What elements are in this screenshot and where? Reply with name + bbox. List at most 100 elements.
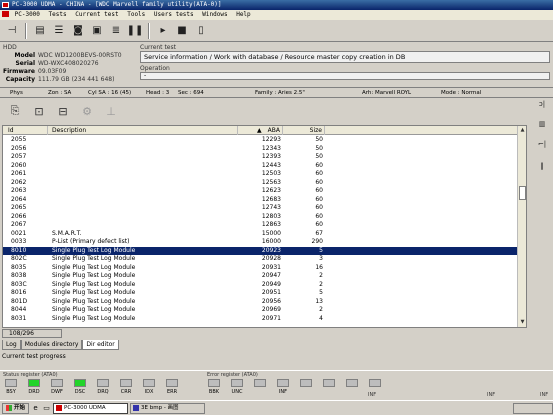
scroll-thumb[interactable] — [519, 186, 526, 200]
cell-id: 8031 — [11, 314, 27, 322]
settings-icon[interactable]: ⚙ — [78, 102, 96, 120]
menu-help[interactable]: Help — [236, 11, 250, 18]
tab-dir-editor[interactable]: Dir editor — [82, 340, 119, 350]
module-toolbar: ⎘ ⊡ ⊟ ⚙ ⊥ — [0, 98, 530, 124]
led-indicator — [346, 379, 358, 387]
status-led-dwf: DWF — [48, 379, 66, 395]
table-row[interactable]: 2057 12393 50 — [3, 153, 518, 161]
cell-size: 5 — [319, 246, 323, 254]
table-row[interactable]: 2065 12743 60 — [3, 204, 518, 212]
cell-size: 60 — [315, 212, 323, 220]
hdd-model-value: WDC WD1200BEVS-00RST0 — [38, 52, 122, 59]
cell-aba: 20949 — [261, 280, 281, 288]
pause-icon[interactable]: ❚❚ — [127, 22, 144, 40]
table-row[interactable]: 2055 12293 50 — [3, 136, 518, 144]
hdd-group-label: HDD — [3, 44, 17, 51]
chip-icon[interactable]: ▣ — [89, 22, 105, 40]
table-row[interactable]: 0021 S.M.A.R.T. 15000 67 — [3, 230, 518, 238]
scroll-down-icon[interactable]: ▼ — [518, 318, 526, 327]
table-row[interactable]: 8016 Single Plug Test Log Module 20951 5 — [3, 289, 518, 297]
operation-label: Operation — [140, 65, 170, 72]
error-led-7 — [366, 379, 384, 389]
pause-icon[interactable]: ‖ — [533, 162, 551, 170]
toolbar-separator — [25, 22, 27, 39]
cell-size: 4 — [319, 314, 323, 322]
back-icon[interactable]: ⊣ — [4, 22, 20, 40]
cell-id: 2055 — [11, 136, 27, 143]
task-pc3000[interactable]: PC-3000 UDMA — [53, 402, 129, 414]
family-label: Family : Aries 2.5" — [255, 90, 305, 96]
cell-id: 801D — [11, 297, 28, 305]
table-row[interactable]: 8035 Single Plug Test Log Module 20931 16 — [3, 264, 518, 272]
scroll-up-icon[interactable]: ▲ — [518, 126, 526, 135]
key-icon[interactable]: ▥ — [533, 120, 551, 128]
right-tool-panel: ↄ| ▥ ⌐| ‖ — [530, 98, 553, 188]
desktop-icon[interactable]: ▭ — [42, 404, 51, 413]
table-row[interactable]: 8010 Single Plug Test Log Module 20923 5 — [3, 246, 518, 255]
cell-aba: 12863 — [261, 221, 281, 228]
menu-users-tests[interactable]: Users tests — [154, 11, 194, 18]
next-icon[interactable]: ▯ — [193, 22, 209, 40]
start-button[interactable]: 开始 — [2, 402, 30, 414]
arh-label: Arh: Marvell ROYL — [362, 90, 412, 96]
table-row[interactable]: 8038 Single Plug Test Log Module 20947 2 — [3, 272, 518, 280]
table-row[interactable]: 2060 12443 60 — [3, 162, 518, 170]
table-row[interactable]: 2063 12623 60 — [3, 187, 518, 195]
tab-modules-directory[interactable]: Modules directory — [20, 340, 83, 350]
column-size[interactable]: Size — [283, 126, 325, 135]
read-module-icon[interactable]: ⎘ — [6, 102, 24, 120]
save-module-icon[interactable]: ⊟ — [54, 102, 72, 120]
power-icon[interactable]: ↄ| — [533, 100, 551, 108]
led-indicator — [254, 379, 266, 387]
column-description[interactable]: Description — [48, 126, 238, 135]
cell-aba: 15000 — [261, 229, 281, 237]
table-row[interactable]: 801D Single Plug Test Log Module 20956 13 — [3, 298, 518, 306]
windows-logo-icon — [6, 405, 12, 411]
current-test-value: Service information / Work with database… — [140, 51, 550, 63]
play-icon[interactable]: ▸ — [155, 22, 171, 40]
led-label: DSC — [74, 389, 86, 395]
app-menu-icon[interactable] — [2, 11, 9, 17]
table-row[interactable]: 2062 12563 60 — [3, 179, 518, 187]
cell-size: 5 — [319, 289, 323, 296]
table-row[interactable]: 2056 12343 50 — [3, 145, 518, 153]
cell-size: 2 — [319, 306, 323, 313]
table-row[interactable]: 802C Single Plug Test Log Module 20928 3 — [3, 255, 518, 263]
ie-icon[interactable]: e — [31, 404, 40, 413]
menu-current-test[interactable]: Current test — [75, 11, 118, 18]
cell-size: 3 — [319, 255, 323, 262]
menu-tools[interactable]: Tools — [127, 11, 145, 18]
cell-size: 50 — [315, 153, 323, 160]
grid-scrollbar[interactable]: ▲ ▼ — [517, 126, 526, 327]
table-row[interactable]: 2064 12683 60 — [3, 196, 518, 204]
column-aba[interactable]: ▲ ABA — [238, 126, 283, 135]
read-all-icon[interactable]: ⊡ — [30, 102, 48, 120]
column-id[interactable]: Id — [3, 126, 48, 135]
table-row[interactable]: 2067 12863 60 — [3, 221, 518, 229]
tab-log[interactable]: Log — [2, 340, 21, 350]
table-row[interactable]: 2066 12803 60 — [3, 213, 518, 221]
table-row[interactable]: 803C Single Plug Test Log Module 20949 2 — [3, 281, 518, 289]
filter-icon[interactable]: ⊥ — [102, 102, 120, 120]
window-title-bar: PC-3000 UDMA - CHINA - [WDC Marvell fami… — [0, 0, 553, 10]
stack-icon[interactable]: ≣ — [108, 22, 124, 40]
menu-windows[interactable]: Windows — [202, 11, 227, 18]
stop-icon[interactable]: ■ — [174, 22, 190, 40]
table-row[interactable]: 2061 12503 60 — [3, 170, 518, 178]
connector-icon[interactable]: ⌐| — [533, 140, 551, 148]
table-row[interactable]: 8031 Single Plug Test Log Module 20971 4 — [3, 315, 518, 323]
menu-bar: PC-3000 Tests Current test Tools Users t… — [0, 10, 553, 20]
table-row[interactable]: 0033 P-List (Primary defect list) 16000 290 — [3, 238, 518, 246]
cell-id: 8038 — [11, 272, 27, 279]
database-icon[interactable]: ▤ — [32, 22, 48, 40]
menu-tests[interactable]: Tests — [49, 11, 67, 18]
table-row[interactable]: 8044 Single Plug Test Log Module 20969 2 — [3, 306, 518, 314]
menu-pc3000[interactable]: PC-3000 — [15, 11, 40, 18]
start-label: 开始 — [14, 405, 26, 411]
led-label: INF — [278, 389, 288, 395]
led-indicator — [277, 379, 289, 387]
disk-icon[interactable]: ◙ — [70, 22, 86, 40]
list-icon[interactable]: ☰ — [51, 22, 67, 40]
task-paint[interactable]: 3E bmp - 画图 — [130, 402, 206, 414]
cell-aba: 16000 — [261, 238, 281, 245]
